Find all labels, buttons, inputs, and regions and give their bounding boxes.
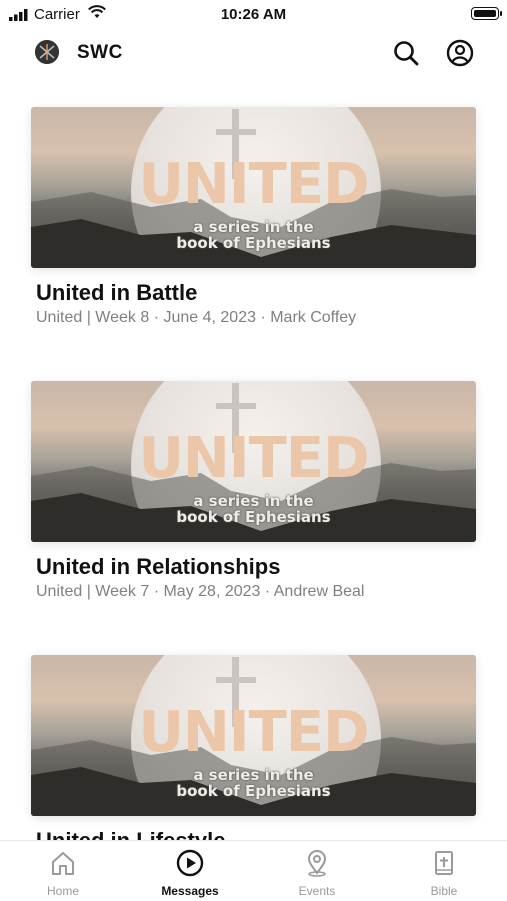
tab-home[interactable]: Home [0, 841, 126, 901]
thumbnail-subtitle-1: a series in the [193, 218, 314, 236]
series-thumbnail[interactable]: UNITED a series in the book of Ephesians [31, 381, 476, 542]
thumbnail-subtitle-1: a series in the [193, 492, 314, 510]
thumbnail-headline: UNITED [138, 426, 369, 491]
thumbnail-subtitle-2: book of Ephesians [176, 508, 331, 526]
tab-messages[interactable]: Messages [127, 841, 253, 901]
location-pin-icon [307, 850, 327, 877]
message-title[interactable]: United in Lifestyle [36, 828, 225, 840]
thumbnail-headline: UNITED [138, 700, 369, 765]
app-bar: SWC [0, 34, 507, 74]
thumbnail-subtitle-1: a series in the [193, 766, 314, 784]
tab-bible[interactable]: Bible [381, 841, 507, 901]
message-meta: United | Week 8 · June 4, 2023 · Mark Co… [36, 309, 357, 326]
battery-icon [471, 7, 502, 20]
status-time: 10:26 AM [220, 6, 287, 23]
tab-bible-label: Bible [430, 884, 458, 898]
thumbnail-subtitle-2: book of Ephesians [176, 782, 331, 800]
home-icon [52, 852, 74, 875]
series-thumbnail[interactable]: UNITED a series in the book of Ephesians [31, 107, 476, 268]
message-title[interactable]: United in Relationships [36, 554, 280, 580]
swc-logo-icon [35, 40, 59, 64]
tab-events[interactable]: Events [254, 841, 380, 901]
play-circle-icon [176, 849, 204, 877]
tab-events-label: Events [298, 884, 336, 898]
series-thumbnail[interactable]: UNITED a series in the book of Ephesians [31, 655, 476, 816]
tab-home-label: Home [46, 884, 79, 898]
tab-messages-label: Messages [161, 884, 219, 898]
thumbnail-headline: UNITED [138, 152, 369, 217]
tab-bar: Home Messages Events Bible [0, 840, 507, 901]
account-icon[interactable] [446, 39, 474, 67]
thumbnail-subtitle-2: book of Ephesians [176, 234, 331, 252]
message-meta: United | Week 7 · May 28, 2023 · Andrew … [36, 583, 365, 600]
search-icon[interactable] [392, 39, 420, 67]
app-title: SWC [77, 42, 123, 63]
status-bar: Carrier 10:26 AM [0, 0, 507, 30]
message-title[interactable]: United in Battle [36, 280, 197, 306]
bible-icon [435, 851, 453, 875]
messages-feed[interactable]: UNITED a series in the book of Ephesians… [0, 100, 507, 840]
